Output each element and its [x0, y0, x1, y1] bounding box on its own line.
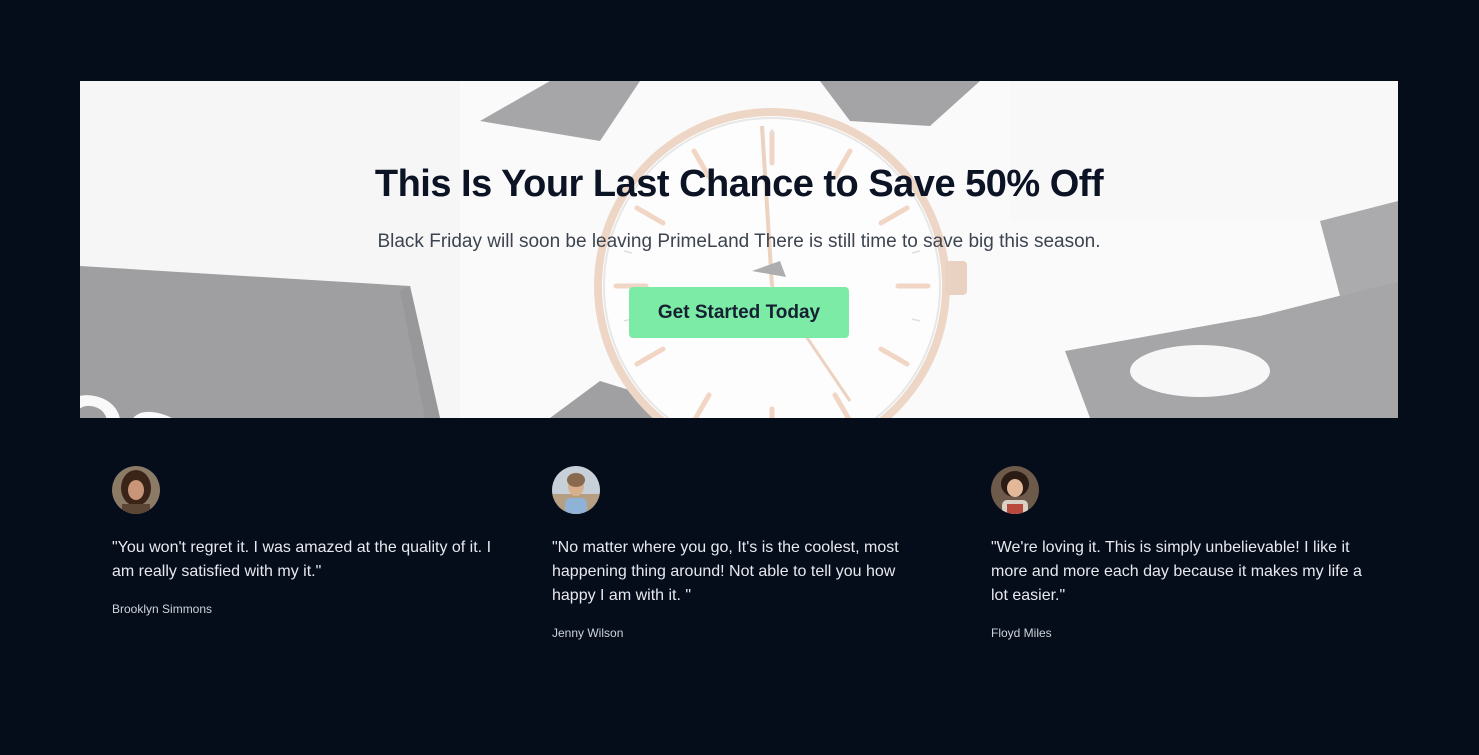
get-started-button[interactable]: Get Started Today	[629, 287, 849, 338]
banner-content: This Is Your Last Chance to Save 50% Off…	[80, 81, 1398, 418]
testimonial-author: Brooklyn Simmons	[112, 602, 213, 616]
testimonial-author: Jenny Wilson	[552, 626, 624, 640]
avatar	[991, 466, 1039, 514]
testimonial-author: Floyd Miles	[991, 626, 1052, 640]
promo-banner: BA SO	[80, 81, 1398, 418]
avatar	[112, 466, 160, 514]
testimonial-card: "No matter where you go, It's is the coo…	[552, 466, 932, 640]
banner-title: This Is Your Last Chance to Save 50% Off	[374, 163, 1104, 205]
testimonial-quote: "We're loving it. This is simply unbelie…	[991, 539, 1362, 604]
testimonial-quote: "You won't regret it. I was amazed at th…	[112, 539, 492, 580]
banner-subtitle: Black Friday will soon be leaving PrimeL…	[377, 231, 1101, 252]
avatar	[552, 466, 600, 514]
testimonial-card: "You won't regret it. I was amazed at th…	[112, 466, 492, 616]
testimonial-quote: "No matter where you go, It's is the coo…	[552, 539, 899, 604]
testimonial-card: "We're loving it. This is simply unbelie…	[991, 466, 1371, 640]
